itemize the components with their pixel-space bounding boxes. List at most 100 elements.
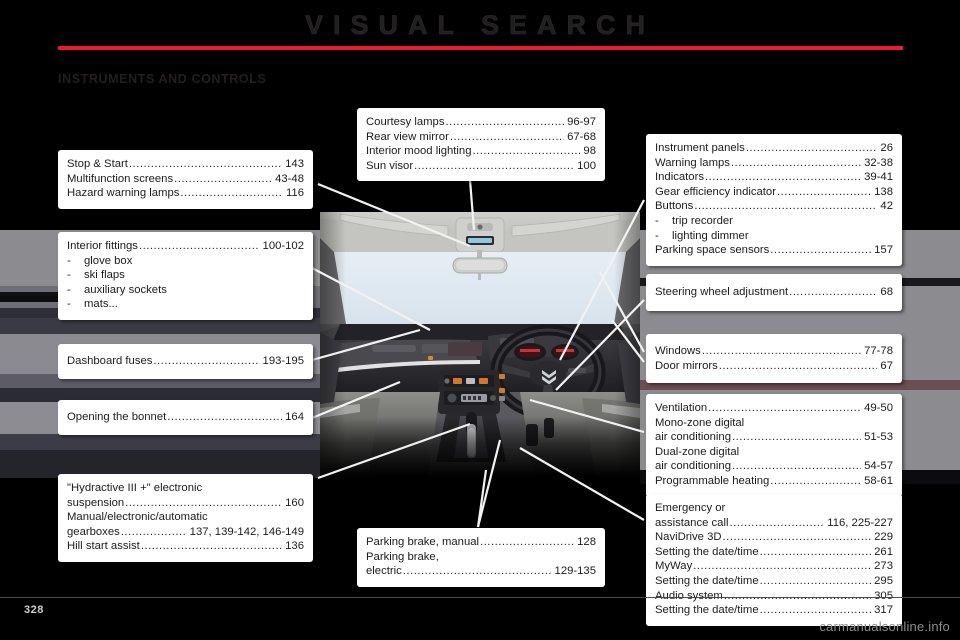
entry-page: 116, 225-227	[827, 516, 893, 529]
leader-dots: ........................................…	[167, 411, 282, 423]
bullet-dash: -	[67, 254, 71, 267]
entry-label: Gear efficiency indicator	[655, 185, 776, 198]
entry-label: Hill start assist	[67, 540, 140, 553]
callout-parking-brake[interactable]: Parking brake, manual ..................…	[357, 528, 605, 587]
leader-dots: ........................................…	[759, 545, 872, 558]
entry-row: Audio system ...........................…	[655, 589, 893, 604]
entry-row: Programmable heating ...................…	[655, 474, 893, 489]
leader-dots: ........................................…	[445, 116, 564, 128]
leader-dots: ........................................…	[718, 359, 878, 372]
entry-label: Sun visor	[366, 159, 414, 172]
entry-row: Warning lamps ..........................…	[655, 156, 893, 171]
entry-page: 68	[880, 286, 893, 298]
entry-row: air conditioning .......................…	[655, 459, 893, 474]
entry-page: 32-38	[864, 156, 893, 169]
leader-dots: ........................................…	[776, 185, 871, 198]
entry-label: Multifunction screens	[67, 172, 174, 185]
entry-page: 42	[880, 200, 893, 213]
entry-row: NaviDrive 3D ...........................…	[655, 530, 893, 545]
leader-dots: ........................................…	[722, 531, 872, 544]
entry-label: Audio system	[655, 589, 723, 602]
entry-page: 305	[874, 589, 893, 602]
entry-row: Interior fittings ......................…	[67, 239, 304, 254]
leader-dots: ........................................…	[729, 516, 825, 529]
entry-label: Programmable heating	[655, 474, 770, 487]
entry-row: gearboxes ..............................…	[67, 525, 304, 540]
entry-page: 100	[577, 159, 596, 172]
entry-label: gearboxes	[67, 525, 120, 538]
entry-row: suspension .............................…	[67, 496, 304, 511]
entry-label: Setting the date/time	[655, 545, 759, 558]
callout-stop-start[interactable]: Stop & Start ...........................…	[58, 150, 313, 209]
entry-label: Setting the date/time	[655, 604, 759, 617]
photo-fade-bottom	[320, 417, 640, 477]
entry-page: 58-61	[864, 474, 893, 487]
leader-dots: ........................................…	[472, 145, 581, 158]
entry-label: Interior fittings	[67, 240, 138, 252]
entry-label: MyWay	[655, 560, 693, 573]
entry-page: 295	[874, 574, 893, 587]
entry-label: Opening the bonnet	[67, 411, 167, 423]
callout-emergency-call[interactable]: Emergency or assistance call ...........…	[646, 494, 902, 626]
callout-ventilation[interactable]: Ventilation ............................…	[646, 394, 902, 497]
callout-steering-wheel[interactable]: Steering wheel adjustment ..............…	[646, 274, 902, 311]
car-dashboard-illustration	[320, 212, 640, 477]
entry-page: 116	[285, 187, 304, 200]
leader-dots: ........................................…	[723, 589, 871, 602]
entry-page: 67	[880, 359, 893, 372]
entry-lead: Manual/electronic/automatic	[67, 511, 208, 524]
band	[0, 318, 320, 334]
entry-label: Parking brake, manual	[366, 536, 480, 548]
bullet-item: - ski flaps	[67, 268, 304, 283]
entry-row: Courtesy lamps .........................…	[366, 115, 596, 130]
leader-dots: ........................................…	[414, 159, 575, 172]
entry-page: 98	[583, 145, 596, 158]
entry-page: 193-195	[262, 355, 304, 367]
bullet-label: lighting dimmer	[672, 229, 749, 242]
entry-page: 54-57	[864, 460, 893, 473]
entry-page: 128	[577, 536, 596, 548]
entry-page: 43-48	[275, 172, 304, 185]
callout-courtesy-lamps[interactable]: Courtesy lamps .........................…	[357, 108, 605, 182]
entry-label: Steering wheel adjustment	[655, 286, 789, 298]
entry-lead: Emergency or	[655, 502, 726, 514]
callout-opening-bonnet[interactable]: Opening the bonnet .....................…	[58, 400, 313, 435]
entry-page: 49-50	[864, 402, 893, 414]
entry-label: Hazard warning lamps	[67, 187, 180, 200]
leader-dots: ........................................…	[140, 540, 282, 553]
entry-page: 137, 139-142, 146-149	[189, 525, 304, 538]
entry-page: 164	[285, 411, 304, 423]
leader-dots: ........................................…	[153, 355, 259, 367]
entry-page: 261	[874, 545, 893, 558]
bullet-item: - glove box	[67, 254, 304, 269]
entry-row: Buttons ................................…	[655, 199, 893, 214]
leader-dots: ........................................…	[759, 574, 872, 587]
leader-dots: ........................................…	[138, 240, 260, 252]
entry-row: Hill start assist ......................…	[67, 539, 304, 554]
entry-label: Parking space sensors	[655, 244, 770, 257]
entry-label: electric	[366, 565, 402, 578]
entry-label: Rear view mirror	[366, 130, 449, 143]
leader-dots: ........................................…	[745, 142, 878, 154]
entry-row: Ventilation ............................…	[655, 401, 893, 416]
callout-suspension-gearboxes[interactable]: "Hydractive III +" electronic suspension…	[58, 474, 313, 562]
entry-page: 96-97	[567, 116, 596, 128]
callout-interior-fittings[interactable]: Interior fittings ......................…	[58, 232, 313, 320]
entry-page: 317	[874, 604, 893, 617]
entry-label: NaviDrive 3D	[655, 531, 722, 544]
entry-label: Dashboard fuses	[67, 355, 153, 367]
entry-row: Hazard warning lamps ...................…	[67, 186, 304, 201]
entry-page: 138	[874, 185, 893, 198]
callout-windows-door-mirrors[interactable]: Windows ................................…	[646, 334, 902, 384]
callout-instrument-panels[interactable]: Instrument panels ......................…	[646, 134, 902, 266]
entry-label: Indicators	[655, 171, 704, 184]
leader-dots: ........................................…	[125, 496, 283, 509]
entry-row: Gear efficiency indicator ..............…	[655, 185, 893, 200]
callout-dashboard-fuses[interactable]: Dashboard fuses ........................…	[58, 344, 313, 379]
entry-page: 129-135	[554, 565, 596, 578]
bullet-dash: -	[67, 298, 71, 311]
entry-row: Rear view mirror .......................…	[366, 130, 596, 145]
entry-label: Windows	[655, 345, 701, 357]
leader-dots: ........................................…	[180, 187, 283, 200]
band	[0, 434, 320, 450]
